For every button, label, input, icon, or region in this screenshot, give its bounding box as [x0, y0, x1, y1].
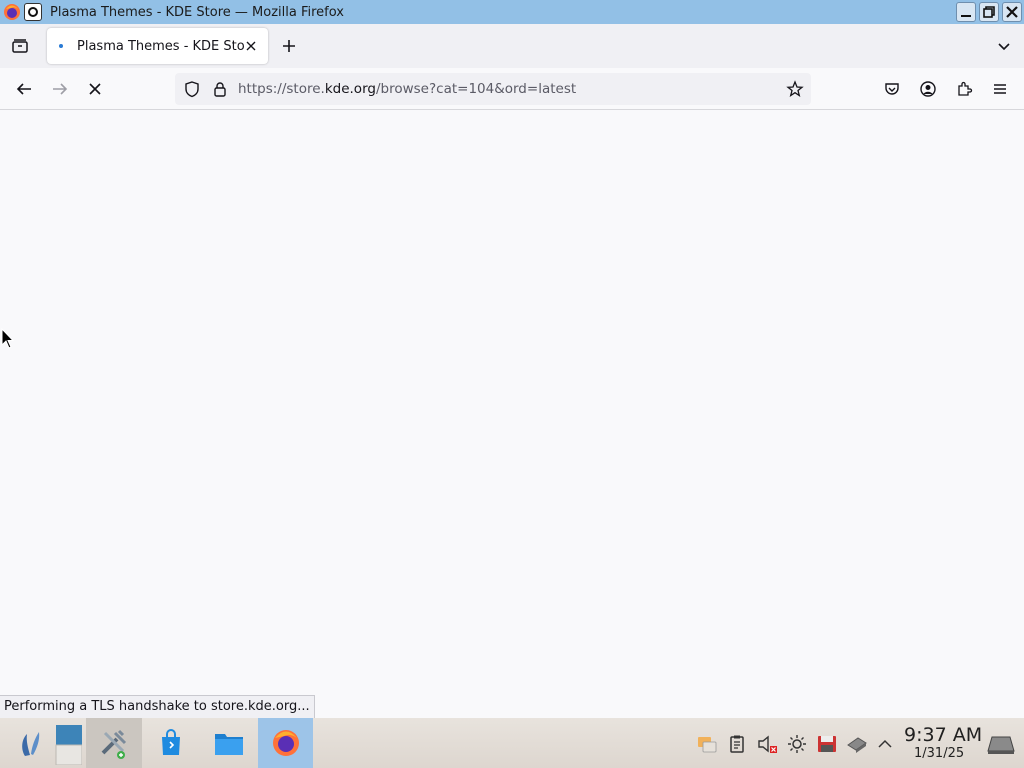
window-title: Plasma Themes - KDE Store — Mozilla Fire… [50, 4, 344, 20]
account-icon[interactable] [918, 79, 938, 99]
firefox-view-icon[interactable] [10, 36, 30, 56]
lock-icon[interactable] [210, 79, 230, 99]
tab-close-icon[interactable] [244, 39, 258, 53]
list-all-tabs-icon[interactable] [994, 36, 1014, 56]
discover-store-icon[interactable] [146, 718, 196, 768]
url-bar[interactable]: https://store.kde.org/browse?cat=104&ord… [175, 73, 811, 105]
maximize-button[interactable] [979, 2, 999, 22]
mouse-cursor-icon [1, 328, 15, 349]
url-prefix: https://store. [238, 81, 325, 97]
app-menu-icon[interactable] [990, 79, 1010, 99]
url-text[interactable]: https://store.kde.org/browse?cat=104&ord… [238, 81, 576, 97]
page-content[interactable] [0, 110, 1024, 717]
extensions-icon[interactable] [954, 79, 974, 99]
tab-strip: Plasma Themes - KDE Store [0, 24, 1024, 68]
new-tab-icon[interactable] [279, 36, 299, 56]
tab-label: Plasma Themes - KDE Store [77, 38, 245, 54]
tab-plasma-themes[interactable]: Plasma Themes - KDE Store [47, 28, 268, 64]
clock-time[interactable]: 9:37 AM [904, 724, 982, 746]
minimize-button[interactable] [956, 2, 976, 22]
bookmark-star-icon[interactable] [785, 79, 805, 99]
taskbar: 9:37 AM 1/31/25 [0, 718, 1024, 768]
window-titlebar: Plasma Themes - KDE Store — Mozilla Fire… [0, 0, 1024, 24]
tracking-protection-shield-icon[interactable] [182, 79, 202, 99]
url-host: kde.org [324, 81, 376, 97]
status-panel: Performing a TLS handshake to store.kde.… [0, 695, 315, 718]
url-path: /browse?cat=104&ord=latest [375, 81, 577, 97]
expand-tray-icon[interactable] [874, 733, 896, 755]
brightness-icon[interactable] [786, 733, 808, 755]
firefox-window-icon[interactable] [2, 2, 22, 22]
window-menu-icon[interactable] [24, 3, 42, 21]
forward-icon[interactable] [50, 79, 70, 99]
disk-icon[interactable] [816, 733, 838, 755]
show-desktop-icon[interactable] [986, 733, 1016, 755]
application-launcher-icon[interactable] [8, 718, 52, 768]
close-window-button[interactable] [1002, 2, 1022, 22]
navigation-toolbar: https://store.kde.org/browse?cat=104&ord… [0, 68, 1024, 110]
firefox-icon[interactable] [258, 718, 313, 768]
pocket-icon[interactable] [882, 79, 902, 99]
clock-date[interactable]: 1/31/25 [914, 746, 964, 761]
desktop-pager-icon[interactable] [52, 718, 84, 768]
back-icon[interactable] [14, 79, 34, 99]
file-manager-icon[interactable] [202, 718, 256, 768]
network-icon[interactable] [846, 733, 868, 755]
tab-loading-indicator-icon [59, 44, 63, 48]
system-settings-icon[interactable] [86, 718, 142, 768]
volume-muted-icon[interactable] [756, 733, 778, 755]
stop-loading-icon[interactable] [85, 79, 105, 99]
clipboard-icon[interactable] [726, 733, 748, 755]
chat-icon[interactable] [696, 733, 718, 755]
